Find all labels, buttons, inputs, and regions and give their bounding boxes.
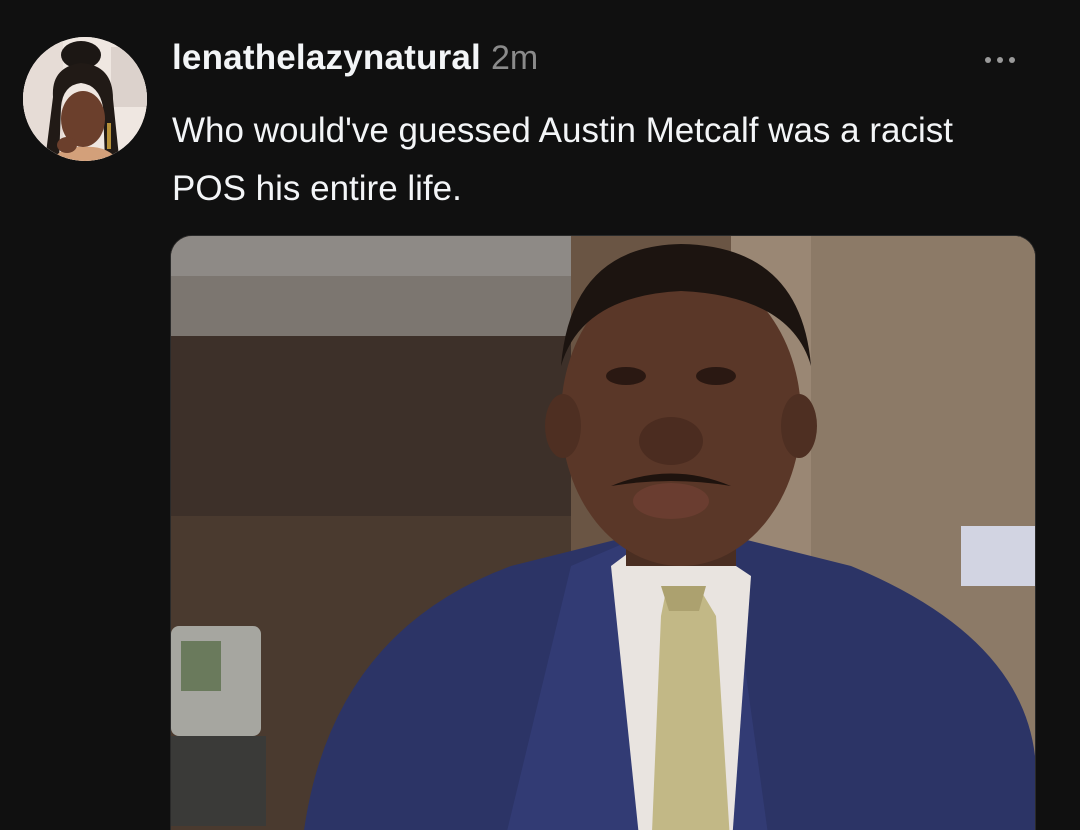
avatar[interactable]: [23, 37, 147, 161]
more-horizontal-icon: [1009, 57, 1015, 63]
username-link[interactable]: lenathelazynatural: [172, 38, 481, 78]
more-horizontal-icon: [997, 57, 1003, 63]
thread-post: lenathelazynatural 2m Who would've guess…: [0, 0, 1080, 830]
more-options-button[interactable]: [976, 46, 1024, 74]
gif-image: [171, 236, 1035, 830]
more-horizontal-icon: [985, 57, 991, 63]
post-media-gif[interactable]: [170, 235, 1036, 830]
avatar-photo: [23, 37, 147, 161]
post-text: Who would've guessed Austin Metcalf was …: [172, 111, 953, 208]
post-timestamp: 2m: [490, 39, 539, 77]
post-header: lenathelazynatural 2m: [172, 38, 538, 78]
